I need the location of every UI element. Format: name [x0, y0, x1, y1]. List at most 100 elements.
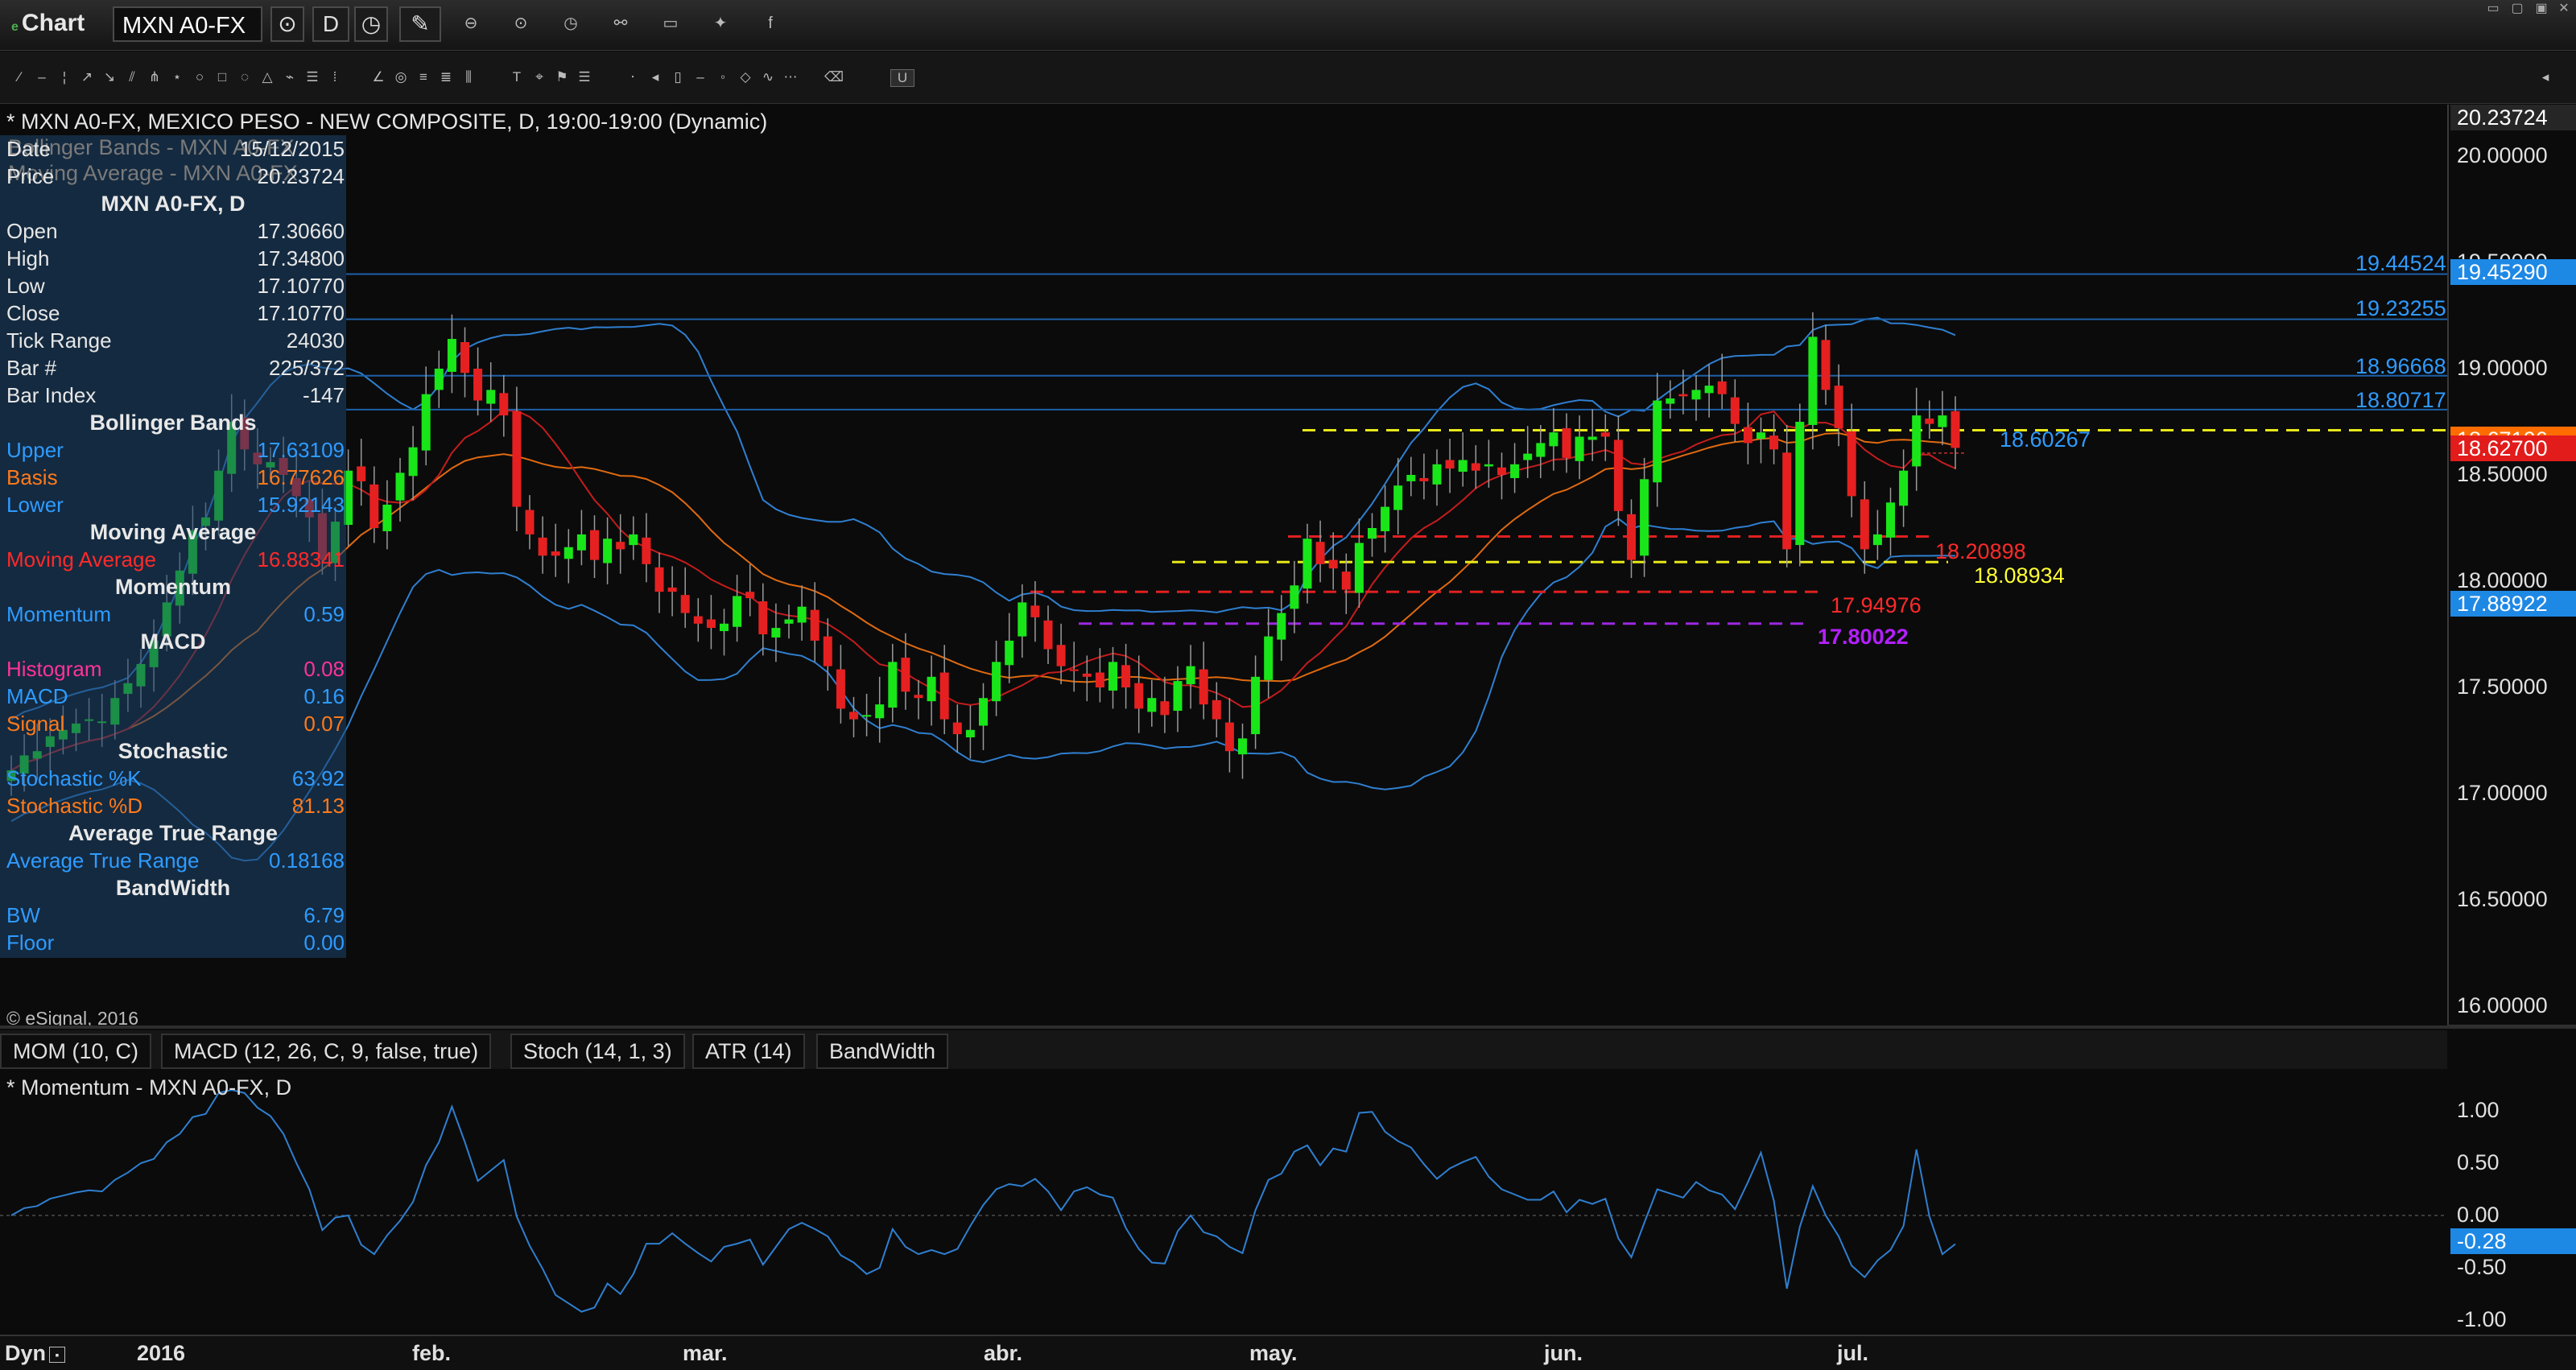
down-candle — [939, 672, 949, 720]
up-candle — [1381, 506, 1390, 531]
data-row: Upper 17.63109 — [6, 436, 345, 464]
data-row-label: Signal — [6, 712, 65, 736]
up-candle — [382, 504, 392, 531]
up-candle — [564, 547, 573, 559]
up-candle — [1393, 485, 1403, 510]
data-row-label: Moving Average — [6, 547, 156, 572]
data-row: Floor 0.00 — [6, 929, 345, 956]
lower-band-tag: 17.88922 — [2450, 591, 2576, 617]
up-candle — [1899, 470, 1909, 506]
down-candle — [1043, 620, 1053, 650]
down-candle — [1082, 673, 1092, 677]
tab-atr[interactable]: ATR (14) — [692, 1034, 805, 1069]
down-candle — [1951, 411, 1960, 448]
down-candle — [654, 567, 664, 592]
data-row: BW 6.79 — [6, 902, 345, 929]
down-candle — [1847, 431, 1856, 497]
pane-separator[interactable] — [0, 1025, 2576, 1029]
up-candle — [603, 539, 613, 563]
data-row: Moving Average 16.88341 — [6, 546, 345, 573]
down-candle — [1056, 645, 1066, 666]
data-row-value: 17.30660 — [257, 219, 345, 243]
data-section-header: MACD — [140, 629, 206, 654]
data-section-header: Average True Range — [68, 821, 279, 845]
down-candle — [1030, 605, 1040, 617]
down-candle — [1743, 427, 1752, 444]
data-row-label: Lower — [6, 493, 64, 517]
up-candle — [1757, 432, 1765, 439]
price-tick-label: 16.50000 — [2457, 887, 2548, 911]
up-candle — [1510, 464, 1520, 478]
up-candle — [1368, 528, 1377, 539]
down-candle — [667, 587, 677, 592]
up-candle — [408, 447, 418, 477]
up-candle — [1147, 698, 1157, 712]
data-row: Bar Index -147 — [6, 382, 345, 409]
momentum-tick-label: 1.00 — [2457, 1098, 2500, 1122]
price-tick-label: 17.50000 — [2457, 675, 2548, 699]
down-candle — [1134, 683, 1144, 709]
dynamic-toggle-icon[interactable]: ▪ — [49, 1346, 66, 1363]
down-candle — [1341, 572, 1351, 590]
data-row-label: Bar # — [6, 356, 57, 380]
data-section-header: Momentum — [115, 575, 231, 599]
tab-macd[interactable]: MACD (12, 26, C, 9, false, true) — [161, 1034, 492, 1069]
data-row-value: 17.10770 — [257, 274, 345, 298]
upper-band-tag: 19.45290 — [2450, 259, 2576, 285]
level-label-19-44524: 19.44524 — [2355, 251, 2446, 275]
data-row-value: 17.10770 — [257, 301, 345, 325]
level-label-17-80022: 17.80022 — [1818, 625, 1909, 649]
chart-title: * MXN A0-FX, MEXICO PESO - NEW COMPOSITE… — [6, 109, 768, 134]
down-candle — [616, 542, 625, 550]
down-candle — [823, 636, 832, 666]
down-candle — [1328, 559, 1338, 569]
tab-bandwidth[interactable]: BandWidth — [816, 1034, 949, 1069]
down-candle — [1212, 699, 1221, 720]
down-candle — [460, 342, 469, 373]
up-candle — [888, 662, 898, 708]
down-candle — [1095, 672, 1104, 687]
momentum-tick-label: -0.50 — [2457, 1255, 2507, 1279]
data-row-value: 24030 — [286, 328, 345, 353]
time-axis[interactable]: Dyn ▪ 2016 feb. mar. abr. may. jun. jul. — [0, 1335, 2576, 1370]
data-row: Stochastic %D 81.13 — [6, 792, 345, 819]
tab-momentum[interactable]: MOM (10, C) — [0, 1034, 152, 1069]
down-candle — [1860, 499, 1869, 550]
down-candle — [1497, 467, 1506, 475]
data-row-label: Histogram — [6, 657, 102, 681]
up-candle — [1005, 640, 1014, 666]
data-row-value: -147 — [302, 383, 345, 407]
up-candle — [1808, 336, 1818, 425]
time-label-jul: jul. — [1837, 1341, 1868, 1365]
level-label-18-96668: 18.96668 — [2355, 354, 2446, 378]
down-candle — [1315, 542, 1325, 564]
down-candle — [642, 537, 651, 564]
down-candle — [1782, 452, 1792, 550]
down-candle — [1730, 397, 1740, 424]
down-candle — [1769, 435, 1779, 450]
down-candle — [369, 484, 379, 528]
up-candle — [1108, 662, 1117, 691]
up-candle — [1173, 681, 1183, 712]
momentum-line — [10, 1088, 1956, 1313]
data-row-value: 0.00 — [303, 931, 345, 955]
data-row: Lower 15.92143 — [6, 491, 345, 518]
momentum-tick-label: 0.50 — [2457, 1150, 2500, 1174]
up-candle — [1795, 422, 1805, 546]
price-tick-label: 18.00000 — [2457, 568, 2548, 592]
data-row-label: Stochastic %D — [6, 794, 143, 818]
up-candle — [1458, 460, 1468, 472]
down-candle — [1562, 427, 1571, 458]
tab-stochastic[interactable]: Stoch (14, 1, 3) — [510, 1034, 685, 1069]
up-candle — [771, 628, 781, 638]
data-section-header: Stochastic — [118, 739, 229, 763]
data-row-value: 63.92 — [291, 766, 345, 790]
data-section-header: BandWidth — [115, 876, 231, 900]
down-candle — [1821, 340, 1831, 390]
up-candle — [1653, 400, 1662, 483]
data-row-value: 17.34800 — [257, 246, 345, 270]
up-candle — [1354, 543, 1364, 593]
data-row-value: 17.63109 — [257, 438, 345, 462]
up-candle — [1251, 676, 1261, 735]
up-candle — [1587, 436, 1597, 440]
